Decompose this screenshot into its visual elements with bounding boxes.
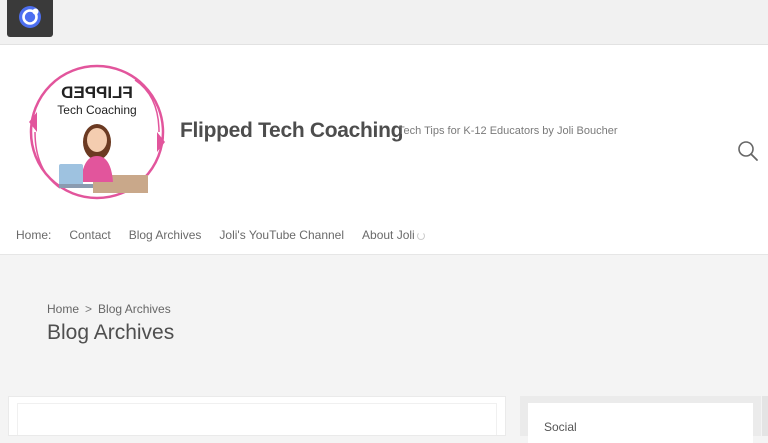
sidebar-widget: Social bbox=[528, 403, 753, 443]
logo-text-bottom: Tech Coaching bbox=[57, 103, 136, 117]
content-card-inner bbox=[17, 403, 497, 435]
nav-item-blog-archives[interactable]: Blog Archives bbox=[129, 228, 202, 242]
main-nav: Home: Contact Blog Archives Joli's YouTu… bbox=[16, 228, 443, 242]
extension-button[interactable] bbox=[7, 0, 53, 37]
content-card bbox=[8, 396, 506, 436]
sidebar: Social bbox=[520, 396, 761, 443]
c-circle-icon bbox=[19, 6, 41, 28]
page-title: Blog Archives bbox=[47, 321, 175, 344]
loading-spinner-icon bbox=[416, 232, 425, 240]
breadcrumb: Home > Blog Archives bbox=[47, 302, 171, 316]
nav-item-about-label: About Joli bbox=[362, 228, 415, 242]
site-logo[interactable]: FLIPPED Tech Coaching bbox=[25, 60, 170, 205]
browser-toolbar bbox=[0, 0, 768, 45]
nav-item-home[interactable]: Home: bbox=[16, 228, 51, 242]
site-title[interactable]: Flipped Tech Coaching bbox=[180, 119, 403, 143]
nav-item-contact[interactable]: Contact bbox=[69, 228, 110, 242]
page-edge bbox=[762, 396, 768, 436]
site-tagline: Tech Tips for K-12 Educators by Joli Bou… bbox=[398, 125, 618, 137]
breadcrumb-current: Blog Archives bbox=[98, 302, 171, 316]
site-header: FLIPPED Tech Coaching Flipped Tech Coach… bbox=[0, 45, 768, 255]
logo-text-top: FLIPPED bbox=[61, 83, 133, 102]
breadcrumb-home[interactable]: Home bbox=[47, 302, 79, 316]
search-icon[interactable] bbox=[737, 140, 759, 162]
nav-item-youtube[interactable]: Joli's YouTube Channel bbox=[219, 228, 344, 242]
nav-item-about[interactable]: About Joli bbox=[362, 228, 425, 242]
breadcrumb-separator: > bbox=[85, 302, 93, 316]
